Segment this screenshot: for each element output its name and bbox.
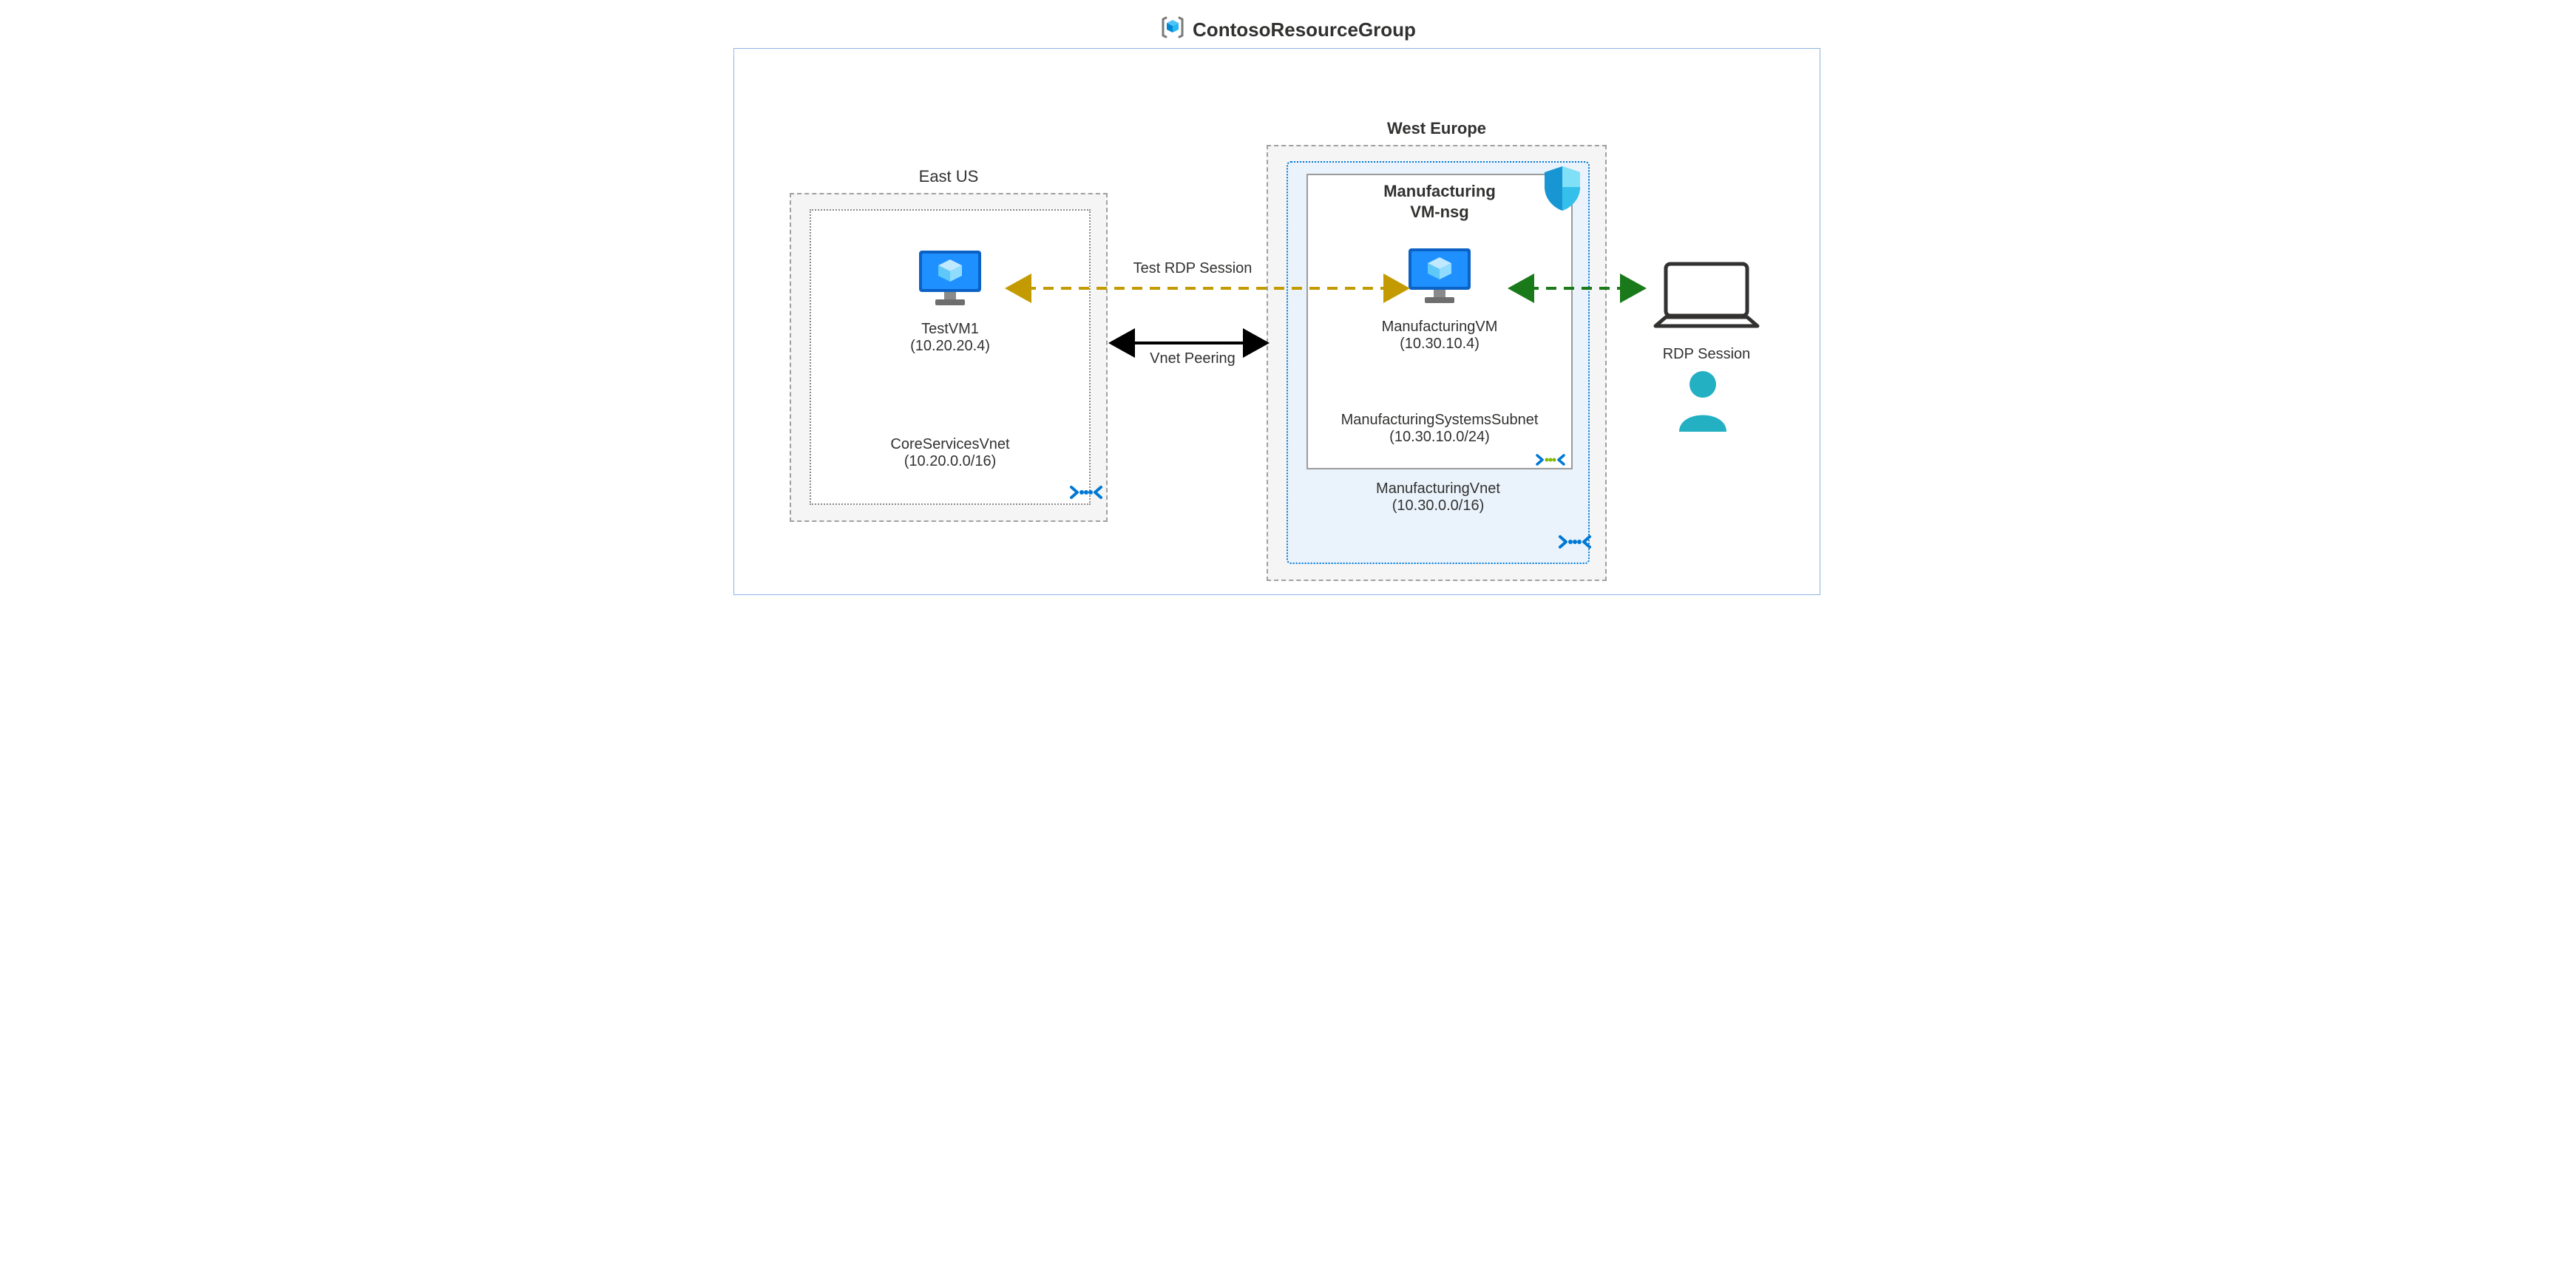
- region-west-box: Manufacturing VM-nsg: [1267, 145, 1607, 581]
- manufacturing-vm-block: ManufacturingVM (10.30.10.4): [1308, 245, 1571, 353]
- nsg-title-line1: Manufacturing: [1308, 181, 1571, 202]
- nsg-box: Manufacturing VM-nsg: [1306, 174, 1573, 469]
- core-vnet-cidr: (10.20.0.0/16): [811, 453, 1089, 470]
- test-rdp-arrow: [1000, 281, 1414, 296]
- region-east-title: East US: [790, 167, 1108, 186]
- test-rdp-label: Test RDP Session: [1119, 260, 1267, 277]
- region-east-box: TestVM1 (10.20.20.4) CoreServicesVnet (1…: [790, 193, 1108, 522]
- laptop-icon: [1651, 324, 1762, 336]
- subnet-label: ManufacturingSystemsSubnet (10.30.10.0/2…: [1308, 412, 1571, 446]
- manufacturing-vnet-box: Manufacturing VM-nsg: [1287, 161, 1590, 564]
- resource-group-box: East US TestVM1: [733, 48, 1820, 595]
- user-icon: [1673, 367, 1732, 437]
- shield-icon: [1542, 165, 1583, 216]
- nsg-title: Manufacturing VM-nsg: [1308, 181, 1571, 222]
- client-laptop: RDP Session: [1636, 259, 1777, 363]
- manufacturing-vnet-cidr: (10.30.0.0/16): [1288, 498, 1588, 515]
- vnet-peering-arrow: [1104, 336, 1274, 350]
- test-vm-name: TestVM1: [811, 321, 1089, 338]
- architecture-diagram: ContosoResourceGroup East US: [726, 15, 1850, 606]
- vnet-icon: [1068, 481, 1104, 507]
- test-vm-ip: (10.20.20.4): [811, 338, 1089, 355]
- subnet-cidr: (10.30.10.0/24): [1308, 429, 1571, 446]
- manufacturing-vm-ip: (10.30.10.4): [1308, 336, 1571, 353]
- nsg-title-line2: VM-nsg: [1308, 202, 1571, 223]
- core-vnet-name: CoreServicesVnet: [811, 436, 1089, 453]
- manufacturing-vnet-label: ManufacturingVnet (10.30.0.0/16): [1288, 480, 1588, 515]
- vm-icon: [916, 302, 984, 314]
- region-west-title: West Europe: [1267, 119, 1607, 138]
- test-vm-block: TestVM1 (10.20.20.4): [811, 248, 1089, 355]
- manufacturing-vnet-name: ManufacturingVnet: [1288, 480, 1588, 498]
- vnet-icon: [1557, 531, 1593, 557]
- rdp-session-label: RDP Session: [1636, 346, 1777, 363]
- subnet-name: ManufacturingSystemsSubnet: [1308, 412, 1571, 429]
- vnet-peering-label: Vnet Peering: [1119, 350, 1267, 367]
- resource-group-title: ContosoResourceGroup: [726, 15, 1850, 45]
- resource-group-name: ContosoResourceGroup: [1193, 18, 1416, 41]
- core-vnet-label: CoreServicesVnet (10.20.0.0/16): [811, 436, 1089, 470]
- vm-icon: [1406, 299, 1474, 312]
- core-vnet-box: TestVM1 (10.20.20.4) CoreServicesVnet (1…: [810, 209, 1091, 505]
- rdp-arrow: [1503, 281, 1651, 296]
- manufacturing-vm-name: ManufacturingVM: [1308, 319, 1571, 336]
- resource-group-icon: [1160, 15, 1185, 45]
- subnet-icon: [1534, 449, 1567, 474]
